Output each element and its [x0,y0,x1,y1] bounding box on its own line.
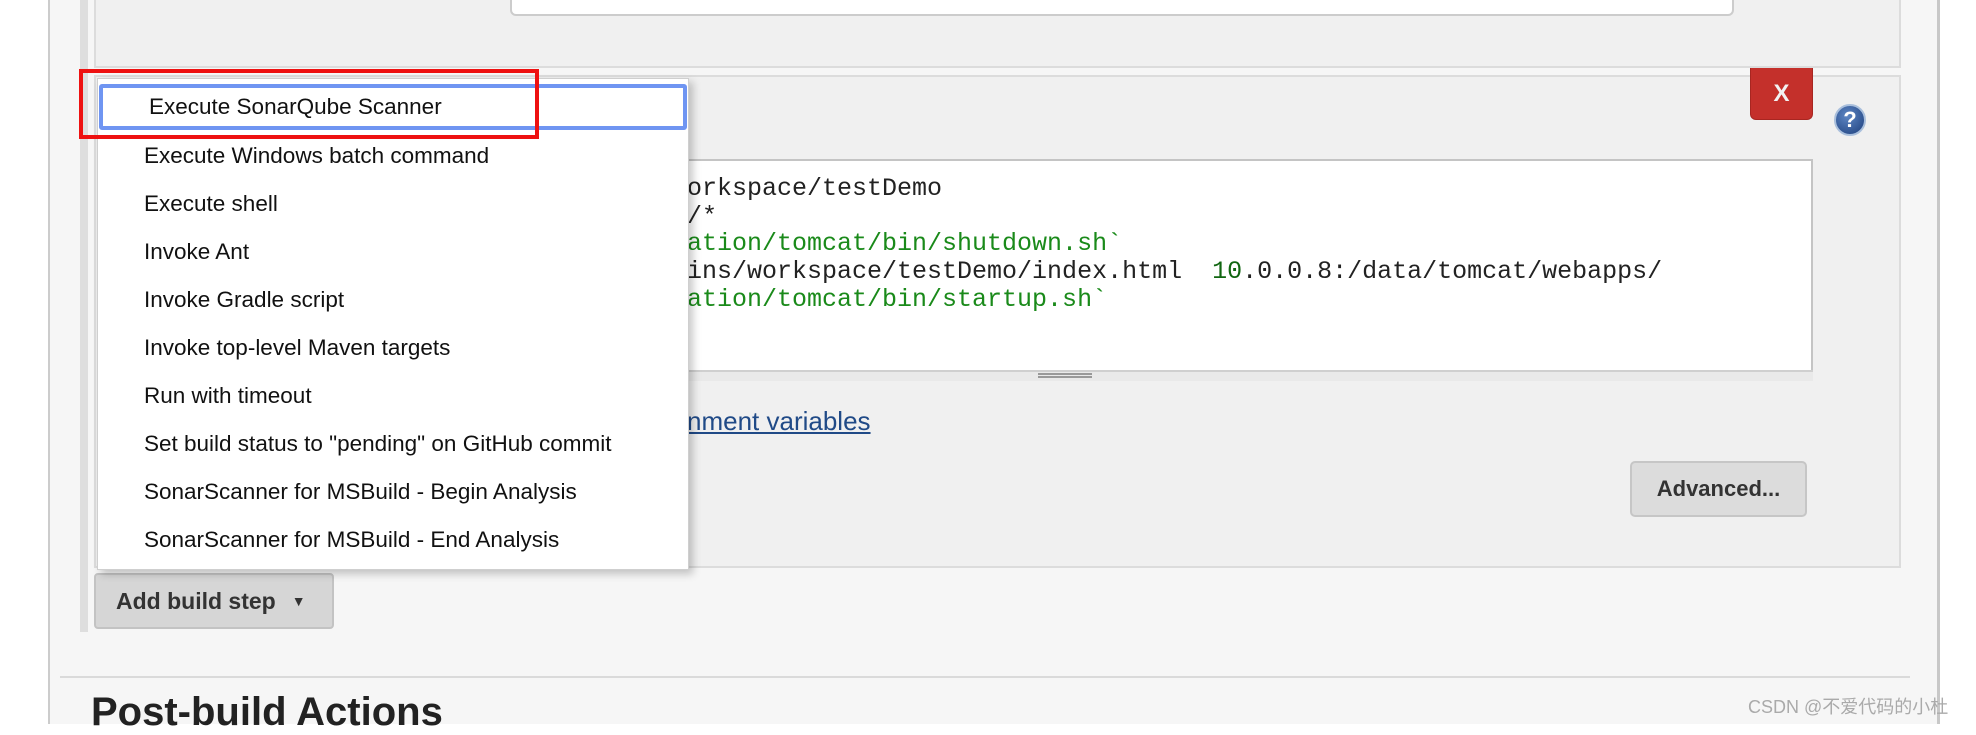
caret-down-icon: ▼ [291,593,306,609]
delete-step-button[interactable]: X [1750,68,1813,120]
menu-item[interactable]: Set build status to "pending" on GitHub … [98,421,686,467]
post-build-actions-heading: Post-build Actions [91,690,443,734]
annotation-highlight-box [79,69,539,139]
code-token: ation/tomcat/bin/startup.sh` [687,285,1108,314]
previous-step-input[interactable] [510,0,1734,16]
advanced-button[interactable]: Advanced... [1630,461,1807,517]
add-build-step-label: Add build step [116,587,276,614]
code-token: /* [687,202,718,231]
menu-item[interactable]: SonarScanner for MSBuild - End Analysis [98,517,686,563]
textarea-resize-handle[interactable] [640,370,1813,381]
code-token: 10 [1212,257,1243,286]
help-icon[interactable]: ? [1834,104,1866,136]
code-line: ins/workspace/testDemo/index.html 10.0.0… [687,258,1662,286]
code-token: ins/workspace/testDemo/index.html [687,257,1213,286]
code-token: ation/tomcat/bin/shutdown.sh` [687,229,1123,258]
code-token: .0.0.8:/data/tomcat/webapps/ [1242,257,1663,286]
code-line: /* [687,203,717,231]
menu-item[interactable]: Invoke Gradle script [98,277,686,323]
environment-variables-link[interactable]: nment variables [687,406,871,437]
watermark: CSDN @不爱代码的小杜 [1748,697,1949,717]
section-divider [60,676,1910,678]
menu-item[interactable]: Invoke Ant [98,229,686,275]
code-token: orkspace/testDemo [687,174,943,203]
code-line: orkspace/testDemo [687,175,942,203]
build-step-dropdown-menu: Execute SonarQube Scanner Execute Windows… [97,78,689,570]
code-line: ation/tomcat/bin/startup.sh` [687,286,1107,314]
menu-item[interactable]: Execute Windows batch command [98,133,686,179]
code-line: ation/tomcat/bin/shutdown.sh` [687,230,1122,258]
menu-item[interactable]: Invoke top-level Maven targets [98,325,686,371]
add-build-step-button[interactable]: Add build step ▼ [94,573,334,629]
menu-item[interactable]: SonarScanner for MSBuild - Begin Analysi… [98,469,686,515]
menu-item[interactable]: Run with timeout [98,373,686,419]
menu-item[interactable]: Execute shell [98,181,686,227]
resize-grip-icon [1038,373,1092,378]
